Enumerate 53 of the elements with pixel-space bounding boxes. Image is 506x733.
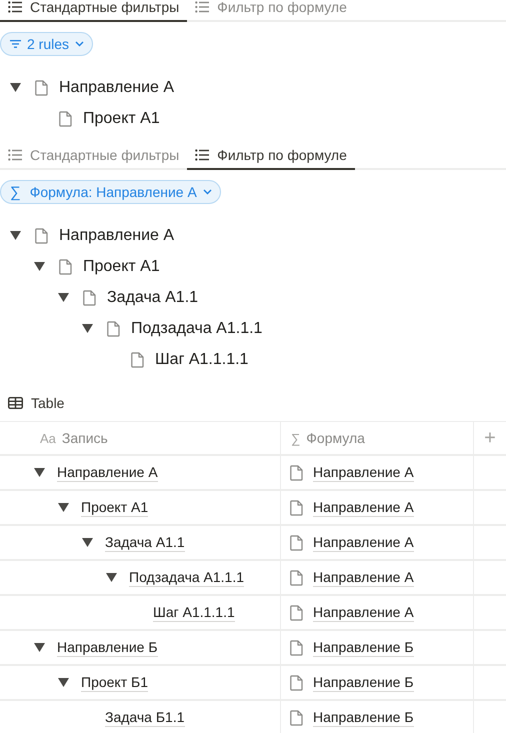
view-tab[interactable]: Стандартные фильтры [0,0,188,22]
document-icon [290,464,303,480]
formula-page-link[interactable]: Направление А [313,464,414,482]
document-icon [59,258,72,274]
table-title: Table [31,395,64,411]
chevron-down-icon [202,189,212,195]
document-icon [290,674,303,690]
list-icon [195,149,210,161]
row-title[interactable]: Задача А1.1 [105,534,185,552]
row-title[interactable]: Проект А1 [81,498,148,516]
column-header[interactable]: Aa Запись [0,422,281,454]
formula-page-link[interactable]: Направление Б [313,674,414,692]
formula-page-link[interactable]: Направление А [313,568,414,586]
list-icon [8,149,22,161]
row-title[interactable]: Направление Б [57,638,158,656]
formula-page-link[interactable]: Направление А [313,498,414,516]
document-icon [290,534,303,550]
formula-page-link[interactable]: Направление Б [313,708,414,726]
list-icon [8,1,22,13]
formula-page-link[interactable]: Направление А [313,604,414,622]
page-title[interactable]: Шаг А1.1.1.1 [155,350,248,368]
page-title[interactable]: Задача А1.1 [107,288,198,306]
document-icon [290,640,303,656]
document-icon [35,228,48,244]
document-icon [107,320,120,336]
page-title[interactable]: Проект А1 [83,258,160,276]
document-icon [290,570,303,586]
view-tab[interactable]: Фильтр по формуле [187,142,355,170]
row-title[interactable]: Шаг А1.1.1.1 [153,604,235,622]
filter-icon [10,40,21,48]
row-title[interactable]: Задача Б1.1 [105,708,185,726]
document-icon [290,710,303,726]
document-icon [35,80,48,96]
view-tab[interactable]: Стандартные фильтры [0,142,188,170]
document-icon [131,352,144,368]
chevron-down-icon [75,41,84,47]
page-title[interactable]: Направление А [59,226,174,244]
page-title[interactable]: Направление А [59,78,174,96]
row-title[interactable]: Подзадача А1.1.1 [129,568,244,586]
row-title[interactable]: Направление А [57,464,158,482]
page-title[interactable]: Проект А1 [83,110,160,128]
column-header[interactable]: ∑ Формула [281,422,474,454]
view-tab[interactable]: Фильтр по формуле [187,0,355,22]
document-icon [59,110,72,126]
document-icon [290,500,303,516]
formula-page-link[interactable]: Направление Б [313,638,414,656]
table-icon [8,397,23,409]
page-title[interactable]: Подзадача А1.1.1 [131,320,262,338]
list-icon [195,1,210,13]
row-title[interactable]: Проект Б1 [81,674,148,692]
document-icon [290,604,303,620]
document-icon [83,290,96,306]
formula-page-link[interactable]: Направление А [313,534,414,552]
